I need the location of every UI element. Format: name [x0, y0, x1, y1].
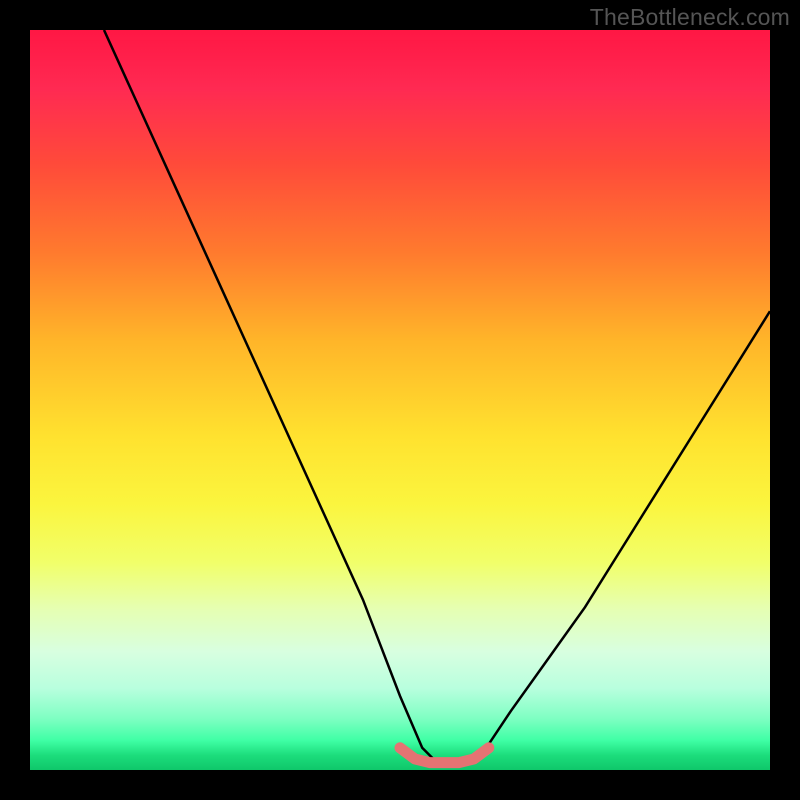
series-curve [104, 30, 770, 763]
chart-frame: TheBottleneck.com [0, 0, 800, 800]
watermark-text: TheBottleneck.com [590, 4, 790, 31]
plot-svg [30, 30, 770, 770]
annotation-valley-highlight [400, 748, 489, 763]
plot-border [30, 30, 770, 770]
